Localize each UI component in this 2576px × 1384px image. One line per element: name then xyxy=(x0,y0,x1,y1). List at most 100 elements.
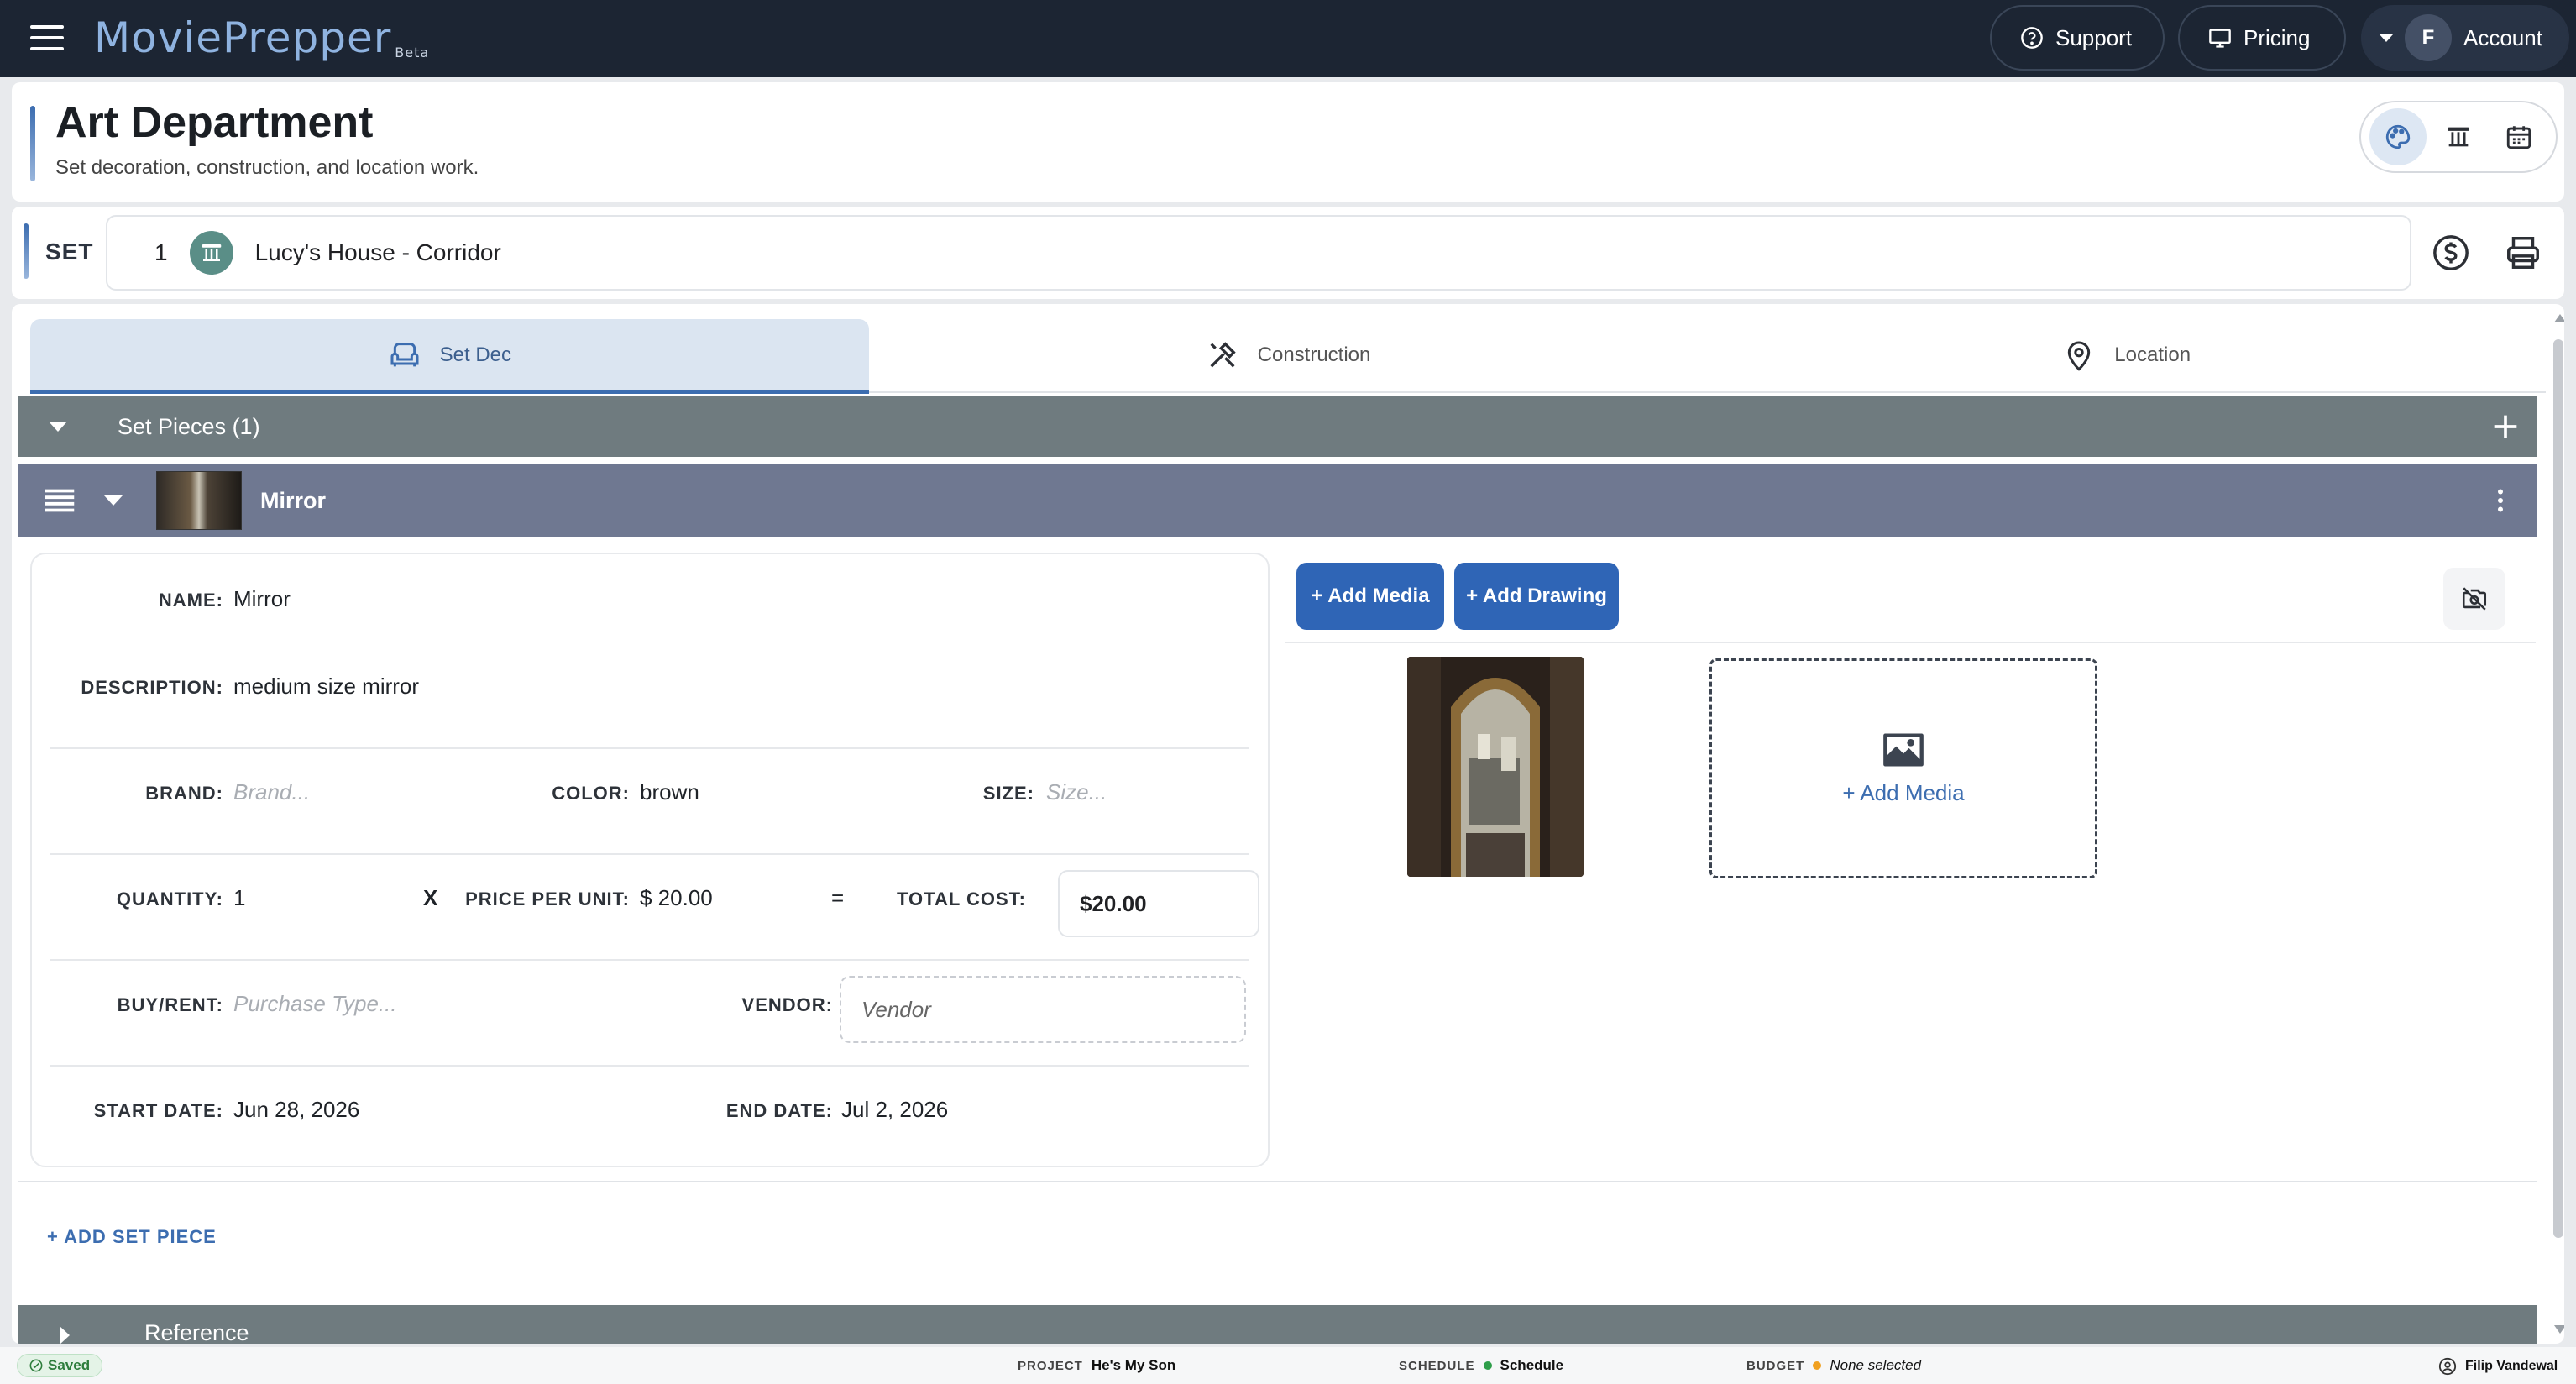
budget-label: BUDGET xyxy=(1746,1358,1805,1373)
start-date-label: START DATE: xyxy=(93,1100,223,1121)
brand-field[interactable]: Brand... xyxy=(233,779,310,805)
set-piece-row[interactable]: Mirror xyxy=(18,464,2537,537)
expand-arrow-icon[interactable] xyxy=(60,1326,70,1344)
app-logo[interactable]: MoviePrepper Beta xyxy=(94,12,429,62)
add-media-tile-label: + Add Media xyxy=(1842,779,1965,805)
user-indicator[interactable]: Filip Vandewal xyxy=(2438,1357,2558,1376)
form-divider xyxy=(50,853,1249,855)
set-column-icon xyxy=(189,231,233,275)
art-department-content: Set Dec Construction Location Set Pieces… xyxy=(12,304,2564,1344)
monitor-icon xyxy=(2209,29,2231,48)
start-date-field[interactable]: Jun 28, 2026 xyxy=(233,1097,359,1123)
add-media-tile[interactable]: + Add Media xyxy=(1709,658,2097,878)
user-circle-icon xyxy=(2438,1357,2457,1376)
expand-arrow-icon[interactable] xyxy=(104,495,123,506)
budget-value: None selected xyxy=(1830,1357,1922,1373)
set-label: SET xyxy=(45,239,94,265)
sets-toggle[interactable] xyxy=(2430,108,2487,165)
chevron-down-icon xyxy=(2380,34,2393,42)
tab-set-dec[interactable]: Set Dec xyxy=(30,319,869,394)
calendar-icon xyxy=(2506,126,2531,149)
scroll-up-icon[interactable] xyxy=(2554,314,2564,322)
quantity-label: QUANTITY: xyxy=(116,889,223,910)
scroll-down-icon[interactable] xyxy=(2554,1325,2564,1334)
avatar: F xyxy=(2405,14,2452,61)
saved-status-badge: Saved xyxy=(17,1354,103,1377)
name-label: NAME: xyxy=(158,590,223,611)
budget-indicator[interactable]: BUDGET None selected xyxy=(1746,1357,1921,1374)
add-media-button[interactable]: + Add Media xyxy=(1296,563,1444,630)
schedule-status-dot xyxy=(1483,1361,1492,1370)
dollar-circle-icon[interactable] xyxy=(2432,233,2470,272)
support-button[interactable]: Support xyxy=(1990,5,2165,71)
collapse-arrow-icon[interactable] xyxy=(49,422,67,432)
schedule-value: Schedule xyxy=(1500,1357,1564,1373)
department-tabs: Set Dec Construction Location xyxy=(30,319,2546,394)
price-per-unit-field[interactable]: $ 20.00 xyxy=(640,885,713,911)
tab-location[interactable]: Location xyxy=(1707,319,2546,391)
page-title: Art Department xyxy=(55,98,374,147)
tab-location-label: Location xyxy=(2114,343,2191,366)
color-label: COLOR: xyxy=(552,783,630,804)
column-icon xyxy=(2448,127,2469,147)
set-pieces-title: Set Pieces (1) xyxy=(118,413,260,439)
set-pieces-section-header[interactable]: Set Pieces (1) xyxy=(18,396,2537,457)
account-button[interactable]: F Account xyxy=(2361,5,2569,71)
end-date-label: END DATE: xyxy=(725,1100,833,1121)
vendor-field[interactable]: Vendor xyxy=(840,976,1246,1043)
art-department-toggle[interactable] xyxy=(2369,108,2427,165)
project-label: PROJECT xyxy=(1018,1358,1083,1373)
equals-symbol: = xyxy=(831,885,845,910)
tab-construction-label: Construction xyxy=(1257,343,1371,366)
plus-icon[interactable] xyxy=(2489,410,2522,443)
department-header: Art Department Set decoration, construct… xyxy=(12,82,2564,202)
menu-icon[interactable] xyxy=(30,25,64,52)
name-field[interactable]: Mirror xyxy=(233,586,291,612)
scroll-thumb[interactable] xyxy=(2553,339,2563,1238)
reference-title: Reference xyxy=(144,1320,249,1344)
end-date-field[interactable]: Jul 2, 2026 xyxy=(841,1097,948,1123)
project-indicator[interactable]: PROJECT He's My Son xyxy=(1018,1357,1175,1374)
page-subtitle: Set decoration, construction, and locati… xyxy=(55,156,479,179)
help-circle-icon xyxy=(2021,27,2043,49)
budget-status-dot xyxy=(1813,1361,1822,1370)
price-per-unit-label: PRICE PER UNIT: xyxy=(465,889,630,910)
form-divider xyxy=(50,959,1249,961)
hide-media-button[interactable] xyxy=(2443,568,2505,630)
form-divider xyxy=(50,747,1249,749)
size-label: SIZE: xyxy=(982,783,1034,804)
drag-handle-icon[interactable] xyxy=(40,481,79,520)
saved-label: Saved xyxy=(48,1357,91,1373)
set-selector-row: SET 1 Lucy's House - Corridor xyxy=(12,207,2564,299)
quantity-field[interactable]: 1 xyxy=(233,885,245,911)
color-field[interactable]: brown xyxy=(640,779,699,805)
map-pin-icon xyxy=(2068,341,2091,371)
scrollbar[interactable] xyxy=(2551,314,2564,1334)
schedule-indicator[interactable]: SCHEDULE Schedule xyxy=(1399,1357,1563,1374)
tab-construction[interactable]: Construction xyxy=(869,319,1708,391)
add-set-piece-button[interactable]: + ADD SET PIECE xyxy=(47,1226,217,1248)
status-footer: Saved PROJECT He's My Son SCHEDULE Sched… xyxy=(0,1347,2576,1384)
print-icon[interactable] xyxy=(2504,233,2542,272)
total-cost-field: $20.00 xyxy=(1058,870,1259,937)
buy-rent-label: BUY/RENT: xyxy=(117,994,223,1015)
description-label: DESCRIPTION: xyxy=(81,677,223,698)
set-piece-details-form: NAME: Mirror DESCRIPTION: medium size mi… xyxy=(30,553,1270,1167)
buy-rent-select[interactable]: Purchase Type... xyxy=(233,991,397,1017)
project-value: He's My Son xyxy=(1091,1357,1176,1373)
calendar-toggle[interactable] xyxy=(2490,108,2547,165)
account-label: Account xyxy=(2463,24,2542,50)
size-field[interactable]: Size... xyxy=(1046,779,1107,805)
set-dropdown[interactable]: 1 Lucy's House - Corridor xyxy=(106,215,2411,291)
form-divider xyxy=(50,1065,1249,1067)
description-field[interactable]: medium size mirror xyxy=(233,674,419,700)
mirror-photo[interactable] xyxy=(1407,657,1584,877)
add-drawing-button[interactable]: + Add Drawing xyxy=(1454,563,1619,630)
pricing-label: Pricing xyxy=(2244,24,2311,50)
pricing-button[interactable]: Pricing xyxy=(2178,5,2346,71)
vendor-label: VENDOR: xyxy=(741,994,833,1015)
reference-section-header[interactable]: Reference xyxy=(18,1305,2537,1344)
schedule-label: SCHEDULE xyxy=(1399,1358,1475,1373)
user-name: Filip Vandewal xyxy=(2465,1359,2558,1373)
more-vertical-icon[interactable] xyxy=(2485,485,2516,516)
